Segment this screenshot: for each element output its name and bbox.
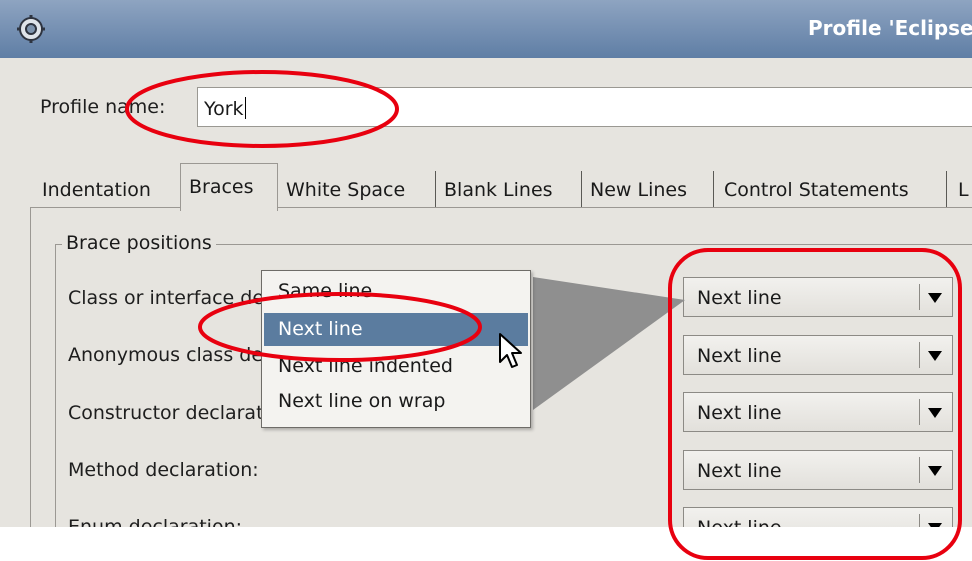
tab-control-statements[interactable]: Control Statements: [724, 169, 909, 209]
tab-white-space[interactable]: White Space: [286, 169, 405, 209]
tab-braces[interactable]: Braces: [180, 163, 278, 211]
combo-value: Next line: [697, 460, 782, 482]
popup-option-next-line-on-wrap[interactable]: Next line on wrap: [264, 385, 528, 418]
method-brace-select[interactable]: Next line: [683, 450, 953, 490]
tab-more[interactable]: L: [958, 169, 969, 209]
combo-value: Next line: [697, 517, 782, 527]
profile-name-input[interactable]: York: [197, 87, 972, 127]
row-label-enum: Enum declaration:: [68, 516, 243, 527]
combo-value: Next line: [697, 287, 782, 309]
popup-option-same-line[interactable]: Same line: [264, 275, 528, 308]
brace-options-popup: Same line Next line Next line indented N…: [261, 270, 531, 428]
popup-option-next-line[interactable]: Next line: [264, 313, 528, 346]
anonymous-brace-select[interactable]: Next line: [683, 335, 953, 375]
chevron-down-icon[interactable]: [919, 342, 946, 368]
tab-new-lines[interactable]: New Lines: [590, 169, 687, 209]
chevron-down-icon[interactable]: [919, 399, 946, 425]
chevron-down-icon[interactable]: [919, 284, 946, 310]
popup-option-next-line-indented[interactable]: Next line indented: [264, 350, 528, 383]
mouse-pointer-icon: [499, 333, 522, 368]
gear-icon[interactable]: [16, 14, 46, 44]
combo-value: Next line: [697, 402, 782, 424]
enum-brace-select[interactable]: Next line: [683, 507, 953, 527]
chevron-down-icon[interactable]: [919, 514, 946, 527]
chevron-down-icon[interactable]: [919, 457, 946, 483]
tab-indentation[interactable]: Indentation: [42, 169, 151, 209]
tab-bar: Indentation Braces White Space Blank Lin…: [30, 163, 972, 211]
group-title: Brace positions: [62, 232, 216, 254]
profile-name-value: York: [204, 98, 244, 120]
tab-blank-lines[interactable]: Blank Lines: [444, 169, 553, 209]
constructor-brace-select[interactable]: Next line: [683, 392, 953, 432]
profile-name-label: Profile name:: [40, 96, 166, 118]
row-label-method: Method declaration:: [68, 459, 259, 481]
profile-dialog: Profile 'Eclipse Profile name: York Inde…: [0, 0, 972, 527]
combo-value: Next line: [697, 345, 782, 367]
class-brace-select[interactable]: Next line: [683, 277, 953, 317]
window-title: Profile 'Eclipse: [808, 16, 972, 40]
title-bar: Profile 'Eclipse: [0, 0, 972, 58]
